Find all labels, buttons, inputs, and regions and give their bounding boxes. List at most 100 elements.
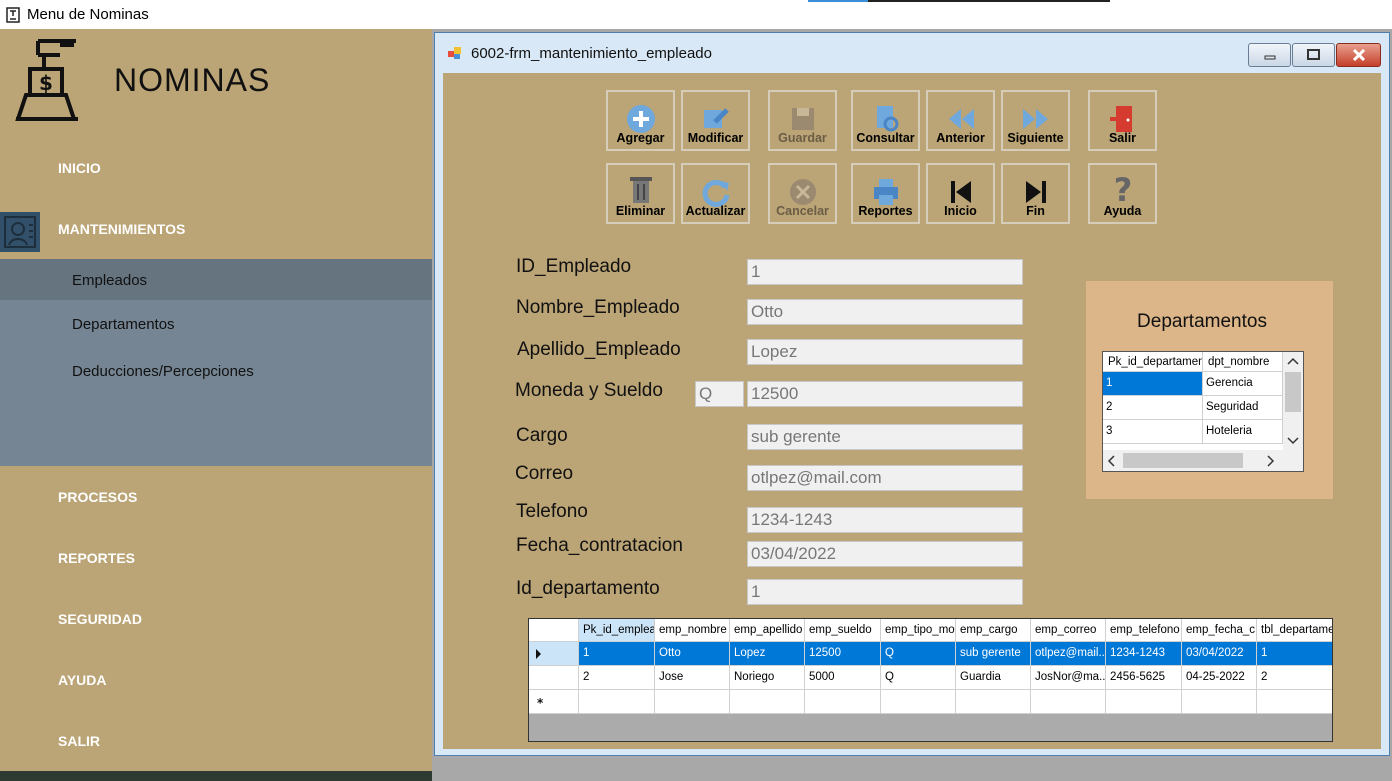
new-row-cell[interactable] (730, 690, 805, 714)
id-empleado-field[interactable]: 1 (747, 259, 1023, 285)
modificar-button[interactable]: Modificar (681, 90, 750, 151)
grid-cell[interactable]: 1 (579, 642, 655, 666)
grid-cell[interactable]: 2456-5625 (1106, 666, 1182, 690)
grid-col-header[interactable]: emp_telefono (1106, 619, 1182, 642)
fecha-contratacion-field[interactable]: 03/04/2022 (747, 541, 1023, 567)
departamentos-grid[interactable]: Pk_id_departament dpt_nombre 1 Gerencia … (1102, 351, 1304, 472)
grid-cell[interactable]: 12500 (805, 642, 881, 666)
new-row-cell[interactable] (1106, 690, 1182, 714)
new-row-cell[interactable] (655, 690, 730, 714)
grid-cell[interactable]: 2 (579, 666, 655, 690)
grid-cell[interactable]: Q (881, 642, 956, 666)
grid-col-header[interactable]: tbl_departame (1257, 619, 1332, 642)
grid-cell[interactable]: 04-25-2022 (1182, 666, 1257, 690)
dept-cell[interactable]: 1 (1103, 372, 1203, 396)
id-departamento-label: Id_departamento (516, 578, 660, 599)
grid-col-header[interactable]: emp_correo (1031, 619, 1106, 642)
anterior-button[interactable]: Anterior (926, 90, 995, 151)
cancelar-button[interactable]: Cancelar (768, 163, 837, 224)
grid-col-header[interactable]: emp_fecha_c (1182, 619, 1257, 642)
id-empleado-label: ID_Empleado (516, 256, 632, 277)
grid-cell[interactable]: Guardia (956, 666, 1031, 690)
fin-button[interactable]: Fin (1001, 163, 1070, 224)
dept-cell[interactable]: 2 (1103, 396, 1203, 420)
maximize-button[interactable] (1292, 43, 1335, 67)
grid-col-header[interactable]: emp_sueldo (805, 619, 881, 642)
grid-cell[interactable]: otlpez@mail... (1031, 642, 1106, 666)
brand-title: NOMINAS (114, 61, 271, 98)
grid-cell[interactable]: 5000 (805, 666, 881, 690)
new-row-cell[interactable] (881, 690, 956, 714)
dept-vscrollbar[interactable] (1283, 352, 1303, 450)
dept-cell[interactable]: Hoteleria (1203, 420, 1283, 444)
grid-cell[interactable]: Noriego (730, 666, 805, 690)
brand: $ NOMINAS (14, 39, 270, 121)
nav-mantenimientos[interactable]: MANTENIMIENTOS (58, 221, 185, 237)
actualizar-button[interactable]: Actualizar (681, 163, 750, 224)
new-row-header[interactable]: * (529, 690, 579, 714)
apellido-empleado-label: Apellido_Empleado (517, 339, 681, 360)
consultar-button[interactable]: Consultar (851, 90, 920, 151)
eliminar-button[interactable]: Eliminar (606, 163, 675, 224)
dept-hscrollbar[interactable] (1103, 450, 1303, 471)
dept-col-nombre[interactable]: dpt_nombre (1203, 352, 1283, 372)
agregar-button[interactable]: Agregar (606, 90, 675, 151)
minimize-button[interactable] (1248, 43, 1291, 67)
cargo-field[interactable]: sub gerente (747, 424, 1023, 450)
guardar-button[interactable]: Guardar (768, 90, 837, 151)
grid-cell[interactable]: sub gerente (956, 642, 1031, 666)
empleados-grid[interactable]: Pk_id_emplea emp_nombre emp_apellido emp… (528, 618, 1333, 742)
new-row-cell[interactable] (579, 690, 655, 714)
grid-col-header[interactable]: Pk_id_emplea (579, 619, 655, 642)
telefono-field[interactable]: 1234-1243 (747, 507, 1023, 533)
grid-col-header[interactable]: emp_cargo (956, 619, 1031, 642)
grid-cell[interactable]: Otto (655, 642, 730, 666)
nav-reportes[interactable]: REPORTES (58, 550, 135, 566)
nav-inicio[interactable]: INICIO (58, 160, 101, 176)
submenu-deducciones[interactable]: Deducciones/Percepciones (72, 363, 254, 380)
ayuda-button[interactable]: ? Ayuda (1088, 163, 1157, 224)
new-row-cell[interactable] (1257, 690, 1332, 714)
sueldo-field[interactable]: 12500 (747, 381, 1023, 407)
grid-cell[interactable]: 1234-1243 (1106, 642, 1182, 666)
nav-ayuda[interactable]: AYUDA (58, 672, 107, 688)
grid-cell[interactable]: JosNor@ma... (1031, 666, 1106, 690)
dept-cell[interactable]: 3 (1103, 420, 1203, 444)
grid-cell[interactable]: Lopez (730, 642, 805, 666)
grid-cell[interactable]: Q (881, 666, 956, 690)
rewind-icon (948, 109, 974, 129)
grid-cell[interactable]: 1 (1257, 642, 1332, 666)
salir-button[interactable]: Salir (1088, 90, 1157, 151)
new-row-cell[interactable] (1031, 690, 1106, 714)
nav-seguridad[interactable]: SEGURIDAD (58, 611, 142, 627)
dept-cell[interactable]: Gerencia (1203, 372, 1283, 396)
new-row-cell[interactable] (956, 690, 1031, 714)
inicio-button[interactable]: Inicio (926, 163, 995, 224)
nav-salir[interactable]: SALIR (58, 733, 100, 749)
new-row-cell[interactable] (805, 690, 881, 714)
taskbar-strip (868, 0, 1110, 2)
grid-col-header[interactable]: emp_nombre (655, 619, 730, 642)
correo-field[interactable]: otlpez@mail.com (747, 465, 1023, 491)
dept-cell[interactable]: Seguridad (1203, 396, 1283, 420)
row-header[interactable] (529, 666, 579, 690)
reportes-button[interactable]: Reportes (851, 163, 920, 224)
siguiente-button[interactable]: Siguiente (1001, 90, 1070, 151)
nombre-empleado-field[interactable]: Otto (747, 299, 1023, 325)
new-row-cell[interactable] (1182, 690, 1257, 714)
id-departamento-field[interactable]: 1 (747, 579, 1023, 605)
moneda-field[interactable]: Q (695, 381, 744, 407)
dept-col-id[interactable]: Pk_id_departament (1103, 352, 1203, 372)
grid-col-header[interactable]: emp_apellido (730, 619, 805, 642)
submenu-empleados[interactable]: Empleados (72, 272, 147, 289)
nav-procesos[interactable]: PROCESOS (58, 489, 137, 505)
close-button[interactable] (1336, 43, 1381, 67)
apellido-empleado-field[interactable]: Lopez (747, 339, 1023, 365)
grid-cell[interactable]: 03/04/2022 (1182, 642, 1257, 666)
window-titlebar[interactable]: 6002-frm_mantenimiento_empleado (435, 33, 1389, 73)
grid-col-header[interactable]: emp_tipo_mor (881, 619, 956, 642)
grid-cell[interactable]: Jose (655, 666, 730, 690)
row-header-current[interactable] (529, 642, 579, 666)
submenu-departamentos[interactable]: Departamentos (72, 316, 175, 333)
grid-cell[interactable]: 2 (1257, 666, 1332, 690)
